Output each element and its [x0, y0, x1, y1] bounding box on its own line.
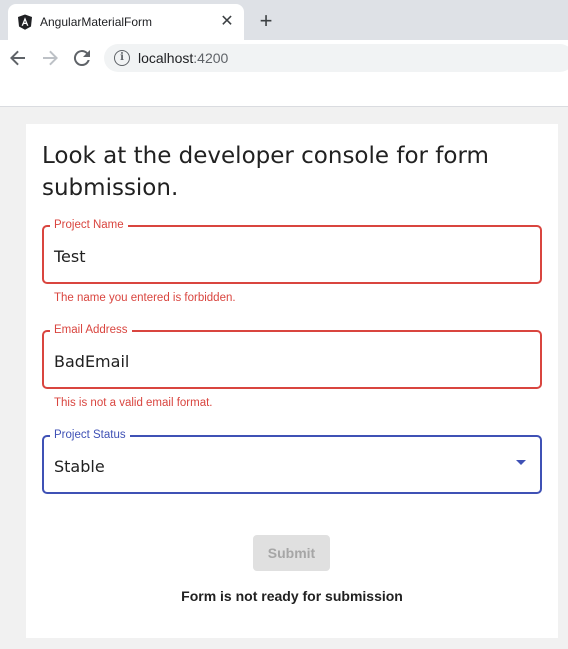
info-icon[interactable]: i [114, 50, 130, 66]
browser-toolbar: i localhost:4200 [0, 40, 568, 76]
submission-status-text: Form is not ready for submission [181, 588, 403, 604]
project-status-value: Stable [54, 457, 105, 476]
email-field[interactable]: Email Address BadEmail [42, 323, 542, 389]
email-error: This is not a valid email format. [54, 397, 213, 409]
form-card: Look at the developer console for form s… [26, 124, 558, 638]
tab-title: AngularMaterialForm [40, 15, 153, 29]
back-icon[interactable] [6, 46, 30, 70]
dropdown-arrow-icon[interactable] [516, 460, 526, 465]
email-label: Email Address [50, 323, 132, 337]
project-status-label: Project Status [50, 428, 130, 442]
project-name-field[interactable]: Project Name Test [42, 218, 542, 284]
address-bar[interactable]: i localhost:4200 [104, 44, 568, 72]
reload-icon[interactable] [70, 46, 94, 70]
browser-tab[interactable]: AngularMaterialForm ✕ [8, 4, 244, 40]
project-name-error: The name you entered is forbidden. [54, 292, 236, 304]
project-name-value: Test [54, 247, 86, 266]
forward-icon[interactable] [38, 46, 62, 70]
browser-tab-strip: AngularMaterialForm ✕ + [0, 0, 568, 40]
email-value: BadEmail [54, 352, 130, 371]
project-status-select[interactable]: Project Status Stable [42, 428, 542, 494]
submit-button[interactable]: Submit [253, 535, 330, 571]
project-name-label: Project Name [50, 218, 128, 232]
angular-logo-icon [18, 14, 32, 30]
page-title: Look at the developer console for form s… [42, 143, 489, 201]
url-text: localhost:4200 [138, 50, 229, 66]
page-header-strip [0, 76, 568, 107]
new-tab-button[interactable]: + [256, 10, 276, 32]
close-tab-icon[interactable]: ✕ [218, 13, 236, 31]
